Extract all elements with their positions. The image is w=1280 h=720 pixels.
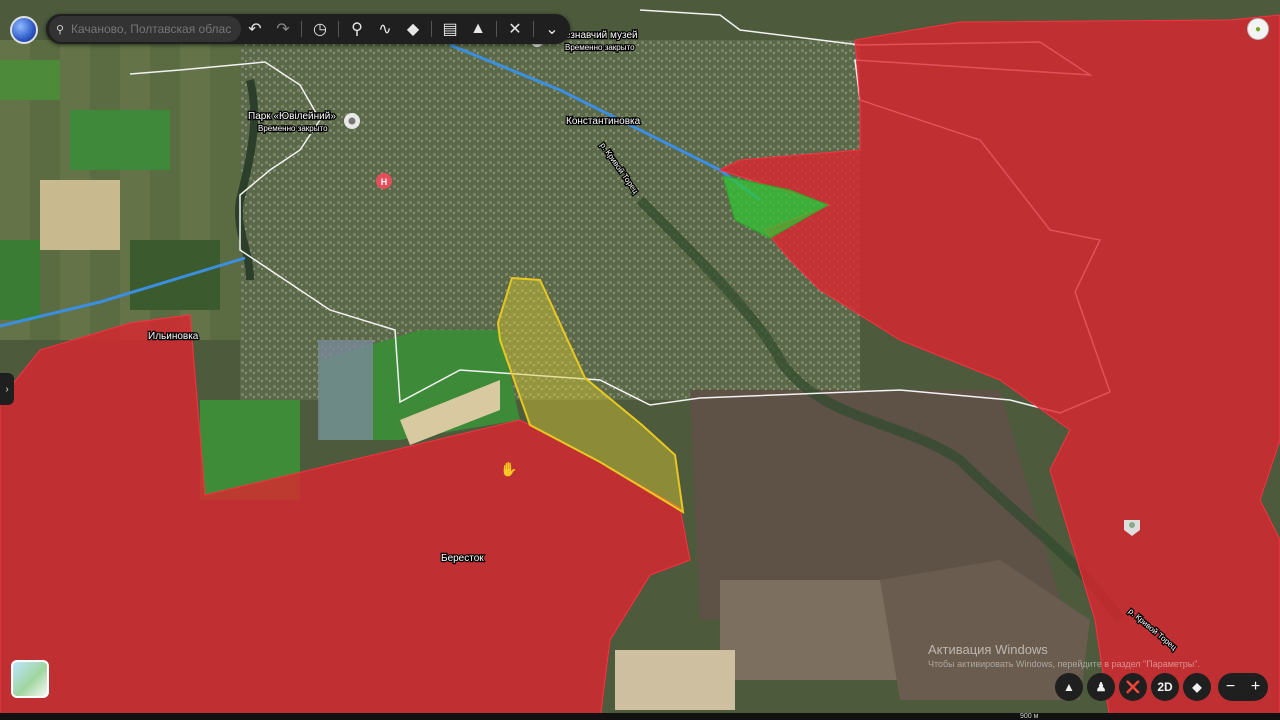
scale-label: 900 м [1020,713,1039,720]
search-input[interactable] [71,22,231,36]
satellite-map[interactable]: H езнавчий музей Временно закрыто Парк «… [0,0,1280,720]
history-icon[interactable]: ◷ [308,17,332,41]
earth-logo-icon[interactable] [10,16,38,44]
path-icon[interactable]: ∿ [373,17,397,41]
hospital-pin-icon[interactable]: H [376,173,392,189]
mouse-cursor-icon: ✋ [500,461,518,477]
zoom-in-button[interactable]: + [1251,678,1260,696]
museum-status: Временно закрыто [565,43,635,52]
layers-icon[interactable]: ◆ [401,17,425,41]
undo-icon[interactable]: ↶ [243,17,267,41]
redo-icon[interactable]: ↷ [271,17,295,41]
compass-icon[interactable]: ◆ [1183,673,1211,701]
village-west-label: Ильиновка [148,331,199,342]
toolbar-divider [431,21,432,37]
map-style-button[interactable] [11,660,49,698]
toolbar-divider [301,21,302,37]
park-status: Временно закрыто [258,124,328,133]
zoom-out-button[interactable]: − [1226,678,1235,696]
toolbar-divider [496,21,497,37]
street-view-icon[interactable]: ♟ [1087,673,1115,701]
museum-label: езнавчий музей [565,30,638,41]
svg-text:H: H [381,177,388,187]
park-label: Парк «Ювілейний» [248,111,336,122]
village-south-label: Бересток [441,553,484,564]
windows-activation-hint: Чтобы активировать Windows, перейдите в … [928,659,1200,669]
toggle-2d-button[interactable]: 2D [1151,673,1179,701]
park-pin-icon[interactable] [344,113,360,129]
windows-activation-title: Активация Windows [928,642,1048,657]
search-box[interactable]: ⚲ [49,16,241,42]
north-arrow-icon[interactable]: ▲ [1055,673,1083,701]
search-icon: ⚲ [55,23,65,36]
side-panel-toggle-icon[interactable]: › [0,373,14,405]
ruler-icon[interactable]: ▤ [438,17,462,41]
image-overlay-icon[interactable]: ▲ [466,17,490,41]
zoom-control: − + [1218,673,1268,701]
top-toolbar: ⚲ ↶ ↷ ◷ ⚲ ∿ ◆ ▤ ▲ ✕ ⌄ [46,14,570,44]
toolbar-divider [533,21,534,37]
tools-icon[interactable]: ✕ [503,17,527,41]
city-label: Константиновка [566,116,641,127]
tilt-off-icon[interactable]: ❌ [1119,673,1147,701]
status-bar: 900 м [0,713,1280,720]
placemark-icon[interactable]: ⚲ [345,17,369,41]
account-avatar[interactable]: ● [1247,18,1269,40]
chevron-down-icon[interactable]: ⌄ [540,17,564,41]
toolbar-divider [338,21,339,37]
